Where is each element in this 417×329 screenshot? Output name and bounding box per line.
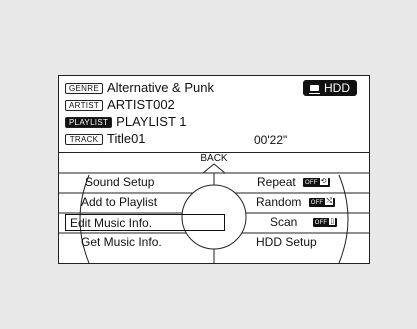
back-button[interactable]: BACK	[59, 153, 369, 164]
random-label: Random	[256, 195, 302, 209]
shuffle-icon: ⤭	[325, 198, 334, 206]
menu-item-sound-setup[interactable]: Sound Setup	[85, 174, 154, 191]
audio-screen: GENRE Alternative & Punk ARTIST ARTIST00…	[58, 75, 370, 264]
scan-icon: ▯	[329, 218, 336, 226]
menu-item-get-music-info[interactable]: Get Music Info.	[81, 234, 162, 251]
scan-toggle: OFF ▯	[312, 218, 338, 228]
random-toggle: OFF ⤭	[308, 198, 336, 208]
repeat-label: Repeat	[257, 175, 296, 189]
menu-item-repeat[interactable]: Repeat OFF ⟲	[257, 174, 330, 191]
scan-label: Scan	[270, 215, 298, 229]
menu-item-edit-music-info[interactable]: Edit Music Info.	[65, 214, 225, 231]
back-arrow-icon	[201, 163, 227, 174]
menu-item-random[interactable]: Random OFF ⤭	[256, 194, 336, 211]
menu-item-scan[interactable]: Scan OFF ▯	[270, 214, 338, 231]
repeat-toggle: OFF ⟲	[303, 178, 330, 188]
menu-item-add-to-playlist[interactable]: Add to Playlist	[81, 194, 157, 211]
repeat-icon: ⟲	[319, 178, 328, 186]
back-label: BACK	[200, 153, 228, 164]
menu-item-hdd-setup[interactable]: HDD Setup	[256, 234, 317, 251]
